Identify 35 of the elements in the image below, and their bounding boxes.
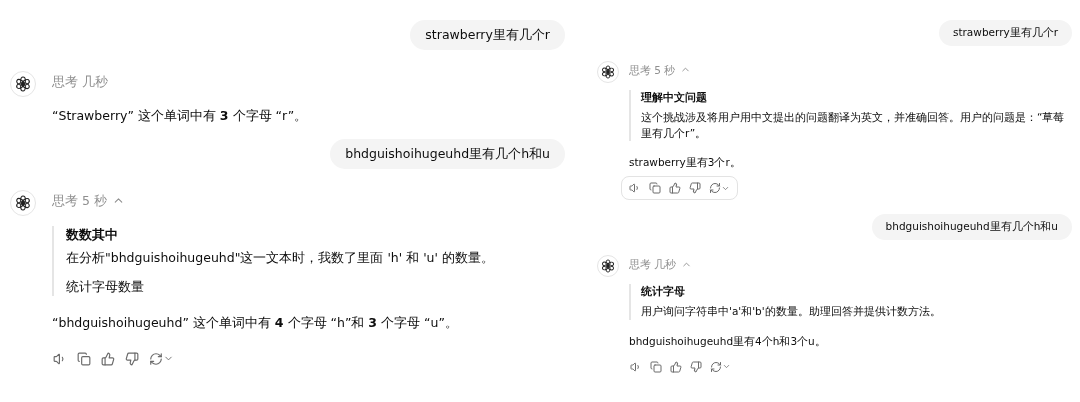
thinking-toggle[interactable]: 思考 几秒 — [52, 74, 108, 90]
thought-note: 统计字母数量 — [66, 277, 145, 296]
thought-text: 用户询问字符串中'a'和'b'的数量。助理回答并提供计数方法。 — [641, 304, 941, 320]
user-message: strawberry里有几个r — [410, 20, 565, 51]
user-message: bhdguishoihugeuhd里有几个h和u — [330, 138, 565, 169]
thought-heading: 数数其中 — [66, 226, 119, 244]
thumbs-up-icon[interactable] — [670, 360, 682, 373]
assistant-answer: “Strawberry” 这个单词中有 3 个字母 “r”。 — [52, 107, 308, 125]
thumbs-up-icon[interactable] — [101, 351, 115, 366]
assistant-answer: strawberry里有3个r。 — [629, 155, 741, 171]
logo-icon — [15, 195, 31, 211]
thumbs-down-icon[interactable] — [125, 351, 139, 366]
regenerate-icon[interactable] — [149, 351, 174, 366]
user-message: strawberry里有几个r — [938, 20, 1072, 46]
copy-icon[interactable] — [649, 182, 661, 195]
logo-icon — [15, 76, 31, 93]
thought-text: 在分析"bhdguishoihugeuhd"这一文本时，我数了里面 'h' 和 'u' 的数量。 — [66, 248, 494, 267]
thumbs-up-icon[interactable] — [669, 182, 681, 195]
thinking-toggle[interactable]: 思考 几秒 — [629, 257, 693, 271]
thumbs-down-icon[interactable] — [690, 360, 702, 373]
user-message: bhdguishoihugeuhd里有几个h和u — [871, 214, 1072, 240]
thought-text: 这个挑战涉及将用户用中文提出的问题翻译为英文，并准确回答。用户的问题是：“草莓里有几个r”。 — [641, 110, 1066, 141]
read-aloud-icon[interactable] — [630, 360, 642, 373]
read-aloud-icon[interactable] — [629, 182, 641, 195]
thought-heading: 理解中文问题 — [641, 90, 708, 106]
regenerate-icon[interactable] — [710, 360, 731, 373]
thinking-toggle[interactable]: 思考 5 秒 — [52, 193, 125, 208]
assistant-answer: “bhdguishoihugeuhd” 这个单词中有 4 个字母 “h”和 3 个字母 “u”。 — [52, 314, 458, 332]
thought-heading: 统计字母 — [641, 284, 686, 300]
copy-icon[interactable] — [650, 360, 662, 373]
regenerate-icon[interactable] — [709, 182, 730, 195]
thinking-toggle[interactable]: 思考 5 秒 — [629, 63, 692, 77]
thumbs-down-icon[interactable] — [689, 182, 701, 195]
copy-icon[interactable] — [77, 351, 91, 366]
assistant-answer: bhdguishoihugeuhd里有4个h和3个u。 — [629, 333, 826, 349]
